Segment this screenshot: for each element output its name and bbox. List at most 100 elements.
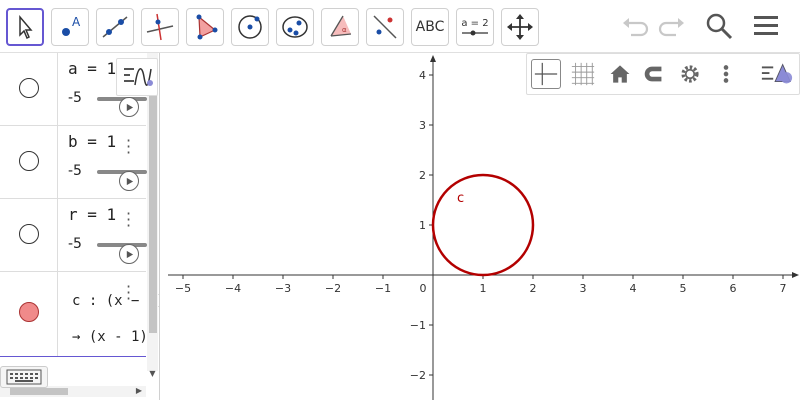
- x-tick-label: 7: [780, 282, 787, 295]
- angle-icon: α: [330, 15, 352, 37]
- x-tick-label: 0: [420, 282, 427, 295]
- more-options-icon[interactable]: · · ·: [126, 206, 132, 234]
- keyboard-icon: [6, 369, 42, 385]
- row-separator: [57, 199, 58, 271]
- x-tick-label: 3: [580, 282, 587, 295]
- reflect-tool-button[interactable]: [366, 8, 404, 46]
- x-tick-label: 6: [730, 282, 737, 295]
- redo-icon: [658, 18, 684, 37]
- ellipse-icon: [282, 16, 308, 38]
- perpendicular-line-tool-button[interactable]: [141, 8, 179, 46]
- undo-button[interactable]: [616, 8, 652, 44]
- slider-b-play-button[interactable]: [119, 171, 139, 191]
- move-graphics-view-tool-button[interactable]: [501, 8, 539, 46]
- more-options-icon: [723, 65, 729, 83]
- menu-icon: [754, 16, 778, 35]
- play-icon: [126, 250, 133, 258]
- y-tick-label: −2: [410, 369, 426, 382]
- y-tick-label: 3: [419, 119, 426, 132]
- slider-icon: [462, 30, 488, 35]
- scroll-down-arrow-icon[interactable]: ▼: [147, 369, 158, 379]
- graphics-style-toggle[interactable]: [757, 59, 797, 89]
- row-separator: [57, 126, 58, 198]
- standard-view-button[interactable]: [605, 59, 635, 89]
- home-icon: [610, 65, 630, 83]
- slider-a-definition[interactable]: a = 1: [68, 59, 116, 78]
- point-capturing-button[interactable]: [639, 59, 669, 89]
- style-bar-icon: [761, 63, 793, 84]
- slider-tool-button[interactable]: a = 2: [456, 8, 494, 46]
- slider-a-play-button[interactable]: [119, 97, 139, 117]
- polygon-tool-button[interactable]: [186, 8, 224, 46]
- visibility-marble[interactable]: [19, 78, 39, 98]
- slider-r-min: -5: [68, 236, 82, 252]
- scrollbar-thumb[interactable]: [10, 388, 68, 395]
- line-tool-button[interactable]: [96, 8, 134, 46]
- algebra-row-b[interactable]: b = 1 · · · -5: [0, 126, 147, 199]
- grid-icon: [571, 62, 595, 86]
- graphics-settings-button[interactable]: [675, 59, 705, 89]
- circle-c[interactable]: [431, 173, 535, 277]
- algebra-view: a = 1 -5 b = 1 · · · -5 r = 1 · · · -5 ·…: [0, 53, 160, 400]
- x-tick-label: 5: [680, 282, 687, 295]
- circle-center-point-tool-button[interactable]: [231, 8, 269, 46]
- text-tool-button[interactable]: ABC: [411, 8, 449, 46]
- x-tick-label: −3: [275, 282, 291, 295]
- y-tick-label: 2: [419, 169, 426, 182]
- algebra-row-r[interactable]: r = 1 · · · -5: [0, 199, 147, 272]
- search-button[interactable]: [701, 8, 737, 44]
- line-icon: [102, 16, 128, 38]
- slider-r-definition[interactable]: r = 1: [68, 205, 116, 224]
- slider-tool-label: a = 2: [461, 17, 489, 29]
- slider-a-min: -5: [68, 90, 82, 106]
- toolbar: A α ABC a = 2: [0, 0, 800, 53]
- toggle-axes-button[interactable]: [531, 59, 561, 89]
- x-axis-arrow-icon: [792, 272, 799, 278]
- text-tool-label: ABC: [415, 19, 445, 35]
- perpendicular-icon: [146, 13, 174, 41]
- visibility-marble[interactable]: [19, 151, 39, 171]
- x-tick-label: −1: [375, 282, 391, 295]
- slider-b-definition[interactable]: b = 1: [68, 132, 116, 151]
- algebra-style-bar-toggle[interactable]: [116, 58, 158, 96]
- y-tick-label: 4: [419, 69, 426, 82]
- visibility-marble[interactable]: [19, 224, 39, 244]
- algebra-row-c[interactable]: · · · c : (x − a) → (x - 1): [0, 272, 159, 357]
- graphics-view[interactable]: −5 −4 −3 −2 −1 0 1 2 3 4 5 6 7 4 3 2 1 −1 −2 c: [168, 53, 800, 400]
- point-tool-button[interactable]: A: [51, 8, 89, 46]
- polygon-icon: [196, 14, 218, 40]
- search-icon: [706, 13, 733, 40]
- y-axis-arrow-icon: [430, 55, 436, 62]
- algebra-style-icon: [124, 68, 153, 86]
- reflect-icon: [373, 15, 397, 39]
- scroll-right-arrow-icon[interactable]: ▶: [133, 386, 145, 397]
- magnet-icon: [644, 66, 662, 82]
- graphics-style-bar: [526, 53, 800, 95]
- circle-c-label[interactable]: c: [457, 191, 464, 206]
- slider-r-play-button[interactable]: [119, 244, 139, 264]
- undo-icon: [623, 18, 649, 37]
- axes-icon: [534, 62, 558, 86]
- more-options-icon[interactable]: · · ·: [126, 133, 132, 161]
- ellipse-tool-button[interactable]: [276, 8, 314, 46]
- redo-button[interactable]: [655, 8, 691, 44]
- play-icon: [126, 103, 133, 111]
- menu-button[interactable]: [748, 8, 784, 44]
- play-icon: [126, 177, 133, 185]
- move-tool-button[interactable]: [6, 8, 44, 46]
- toggle-grid-button[interactable]: [568, 59, 598, 89]
- scrollbar-thumb[interactable]: [149, 73, 157, 333]
- algebra-vertical-scrollbar[interactable]: [147, 53, 158, 371]
- visibility-marble[interactable]: [19, 302, 39, 322]
- keyboard-toggle-button[interactable]: [0, 366, 48, 388]
- angle-tool-button[interactable]: α: [321, 8, 359, 46]
- x-tick-label: 2: [530, 282, 537, 295]
- more-options-button[interactable]: [711, 59, 741, 89]
- x-tick-label: −4: [225, 282, 241, 295]
- svg-text:A: A: [72, 15, 81, 29]
- gear-icon: [681, 65, 699, 83]
- x-tick-label: 4: [630, 282, 637, 295]
- move-arrows-icon: [507, 14, 533, 40]
- point-icon: A: [62, 15, 81, 36]
- circle-c-output: → (x - 1): [72, 329, 148, 345]
